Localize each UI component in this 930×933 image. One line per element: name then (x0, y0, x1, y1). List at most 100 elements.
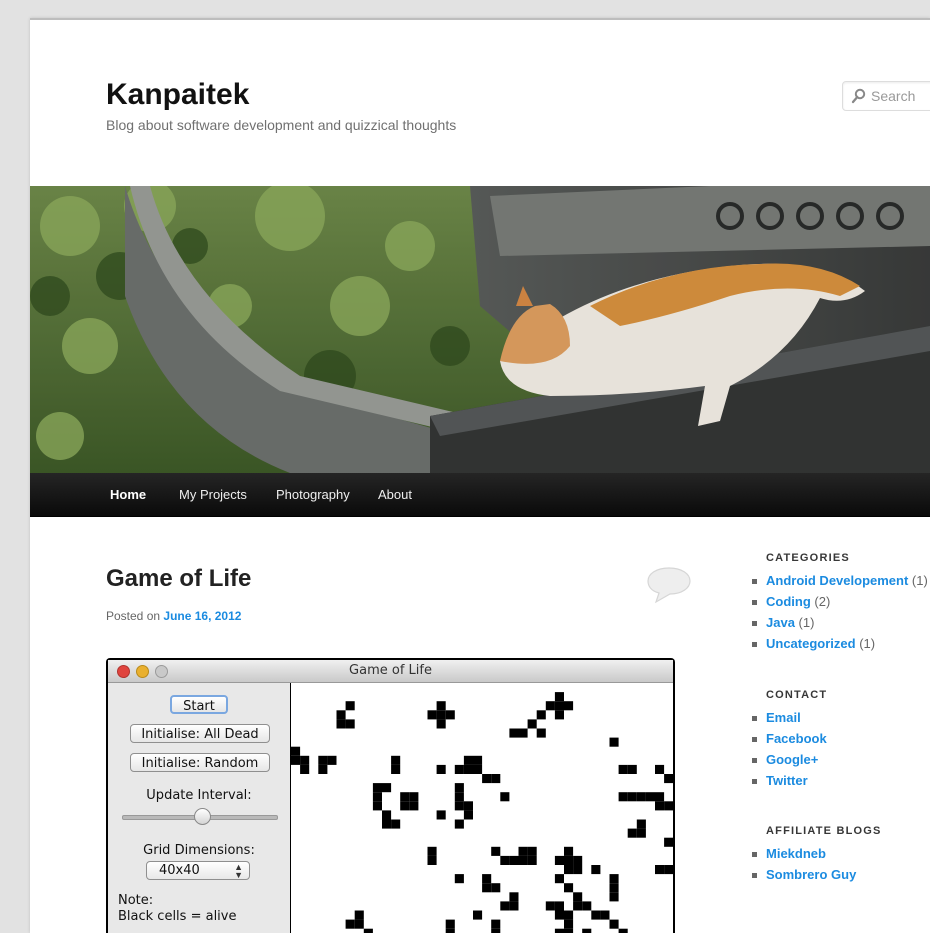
live-cell[interactable] (327, 755, 337, 765)
live-cell[interactable] (382, 783, 392, 793)
live-cell[interactable] (354, 919, 364, 929)
live-cell[interactable] (664, 837, 673, 847)
live-cell[interactable] (345, 701, 355, 711)
live-cell[interactable] (591, 910, 601, 920)
live-cell[interactable] (491, 846, 501, 856)
live-cell[interactable] (427, 846, 437, 856)
live-cell[interactable] (345, 919, 355, 929)
nav-item-home[interactable]: Home (110, 487, 146, 502)
live-cell[interactable] (627, 828, 637, 838)
live-cell[interactable] (500, 855, 510, 865)
live-cell[interactable] (482, 874, 492, 884)
live-cell[interactable] (618, 764, 628, 774)
contact-link-googleplus[interactable]: Google+ (766, 752, 818, 767)
window-titlebar[interactable]: Game of Life (108, 660, 673, 683)
live-cell[interactable] (536, 728, 546, 738)
live-cell[interactable] (491, 883, 501, 893)
update-interval-slider-thumb[interactable] (194, 808, 212, 825)
grid-dimensions-select[interactable]: 40x40 ▲ ▼ (146, 861, 250, 880)
live-cell[interactable] (545, 701, 555, 711)
live-cell[interactable] (382, 810, 392, 820)
live-cell[interactable] (527, 855, 537, 865)
affiliate-link[interactable]: Sombrero Guy (766, 867, 856, 882)
live-cell[interactable] (454, 874, 464, 884)
live-cell[interactable] (536, 710, 546, 720)
live-cell[interactable] (473, 910, 483, 920)
live-cell[interactable] (454, 801, 464, 811)
live-cell[interactable] (564, 855, 574, 865)
post-date-link[interactable]: June 16, 2012 (163, 609, 241, 623)
live-cell[interactable] (664, 865, 673, 875)
live-cell[interactable] (582, 901, 592, 911)
affiliate-link[interactable]: Miekdneb (766, 846, 826, 861)
live-cell[interactable] (436, 764, 446, 774)
live-cell[interactable] (554, 692, 564, 702)
contact-link-facebook[interactable]: Facebook (766, 731, 827, 746)
live-cell[interactable] (300, 755, 310, 765)
live-cell[interactable] (664, 801, 673, 811)
live-cell[interactable] (655, 792, 665, 802)
live-cell[interactable] (500, 901, 510, 911)
live-cell[interactable] (518, 846, 528, 856)
live-cell[interactable] (564, 883, 574, 893)
live-cell[interactable] (527, 846, 537, 856)
live-cell[interactable] (618, 792, 628, 802)
live-cell[interactable] (554, 901, 564, 911)
live-cell[interactable] (655, 801, 665, 811)
live-cell[interactable] (454, 819, 464, 829)
contact-link-twitter[interactable]: Twitter (766, 773, 808, 788)
live-cell[interactable] (372, 792, 382, 802)
live-cell[interactable] (627, 792, 637, 802)
live-cell[interactable] (473, 755, 483, 765)
live-cell[interactable] (609, 737, 619, 747)
live-cell[interactable] (400, 792, 410, 802)
start-button[interactable]: Start (170, 695, 228, 714)
live-cell[interactable] (463, 801, 473, 811)
live-cell[interactable] (436, 701, 446, 711)
live-cell[interactable] (345, 719, 355, 729)
live-cell[interactable] (573, 901, 583, 911)
live-cell[interactable] (591, 865, 601, 875)
contact-link-email[interactable]: Email (766, 710, 801, 725)
live-cell[interactable] (500, 792, 510, 802)
live-cell[interactable] (391, 764, 401, 774)
site-title[interactable]: Kanpaitek (106, 78, 249, 112)
live-cell[interactable] (445, 919, 455, 929)
live-cell[interactable] (564, 919, 574, 929)
live-cell[interactable] (573, 865, 583, 875)
live-cell[interactable] (454, 792, 464, 802)
search-field[interactable]: Search (842, 81, 930, 111)
live-cell[interactable] (291, 755, 301, 765)
live-cell[interactable] (436, 810, 446, 820)
live-cell[interactable] (554, 874, 564, 884)
initialise-random-button[interactable]: Initialise: Random (130, 753, 270, 772)
live-cell[interactable] (454, 783, 464, 793)
live-cell[interactable] (527, 719, 537, 729)
category-link[interactable]: Android Developement (766, 573, 908, 588)
live-cell[interactable] (545, 901, 555, 911)
post-title[interactable]: Game of Life (106, 565, 251, 593)
live-cell[interactable] (436, 710, 446, 720)
live-cell[interactable] (600, 910, 610, 920)
live-cell[interactable] (554, 701, 564, 711)
live-cell[interactable] (482, 883, 492, 893)
category-link[interactable]: Uncategorized (766, 636, 856, 651)
live-cell[interactable] (427, 855, 437, 865)
live-cell[interactable] (463, 764, 473, 774)
live-cell[interactable] (409, 801, 419, 811)
live-cell[interactable] (609, 883, 619, 893)
live-cell[interactable] (291, 746, 301, 756)
live-cell[interactable] (409, 792, 419, 802)
live-cell[interactable] (391, 819, 401, 829)
live-cell[interactable] (463, 755, 473, 765)
live-cell[interactable] (427, 710, 437, 720)
live-cell[interactable] (564, 846, 574, 856)
live-cell[interactable] (518, 855, 528, 865)
live-cell[interactable] (609, 919, 619, 929)
live-cell[interactable] (627, 764, 637, 774)
live-cell[interactable] (372, 783, 382, 793)
live-cell[interactable] (554, 710, 564, 720)
live-cell[interactable] (445, 710, 455, 720)
live-cell[interactable] (645, 792, 655, 802)
live-cell[interactable] (655, 764, 665, 774)
